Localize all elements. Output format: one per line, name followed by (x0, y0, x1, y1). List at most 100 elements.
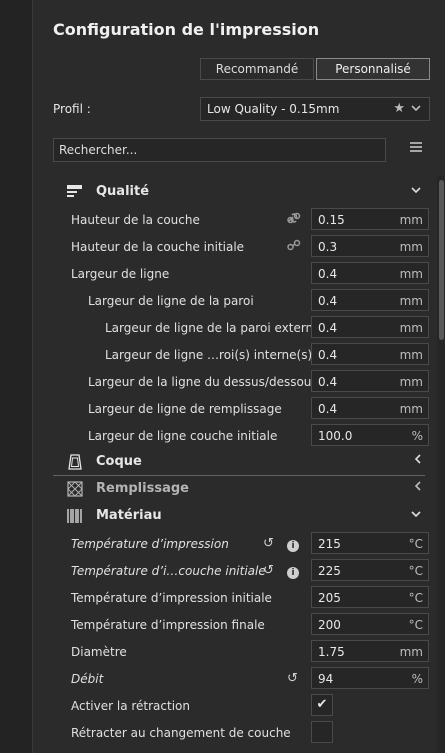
field-unit: mm (399, 402, 423, 416)
setting-label: Température d’impression finale (71, 618, 265, 632)
field-unit: mm (399, 348, 423, 362)
field-unit: % (411, 672, 423, 686)
setting-print-temperature: Température d’impression ↺ i 215 °C (53, 532, 431, 556)
chevron-down-icon (411, 507, 421, 521)
field-value: 225 (318, 564, 341, 578)
field-value: 100.0 (318, 429, 353, 443)
category-label: Matériau (96, 508, 162, 523)
setting-inner-wall-line-width: Largeur de ligne …roi(s) interne(s) 0.4 … (53, 343, 431, 367)
field-unit: mm (399, 213, 423, 227)
info-icon[interactable]: i (287, 537, 299, 552)
setting-flow: Débit ↺ 94 % (53, 667, 431, 691)
profile-select[interactable]: Low Quality - 0.15mm ★ (200, 97, 430, 121)
panel-title: Configuration de l'impression (53, 20, 320, 39)
setting-label: Diamètre (71, 645, 127, 659)
field-unit: mm (399, 267, 423, 281)
link-icon (287, 239, 301, 255)
field-unit: mm (399, 375, 423, 389)
field-value: 0.4 (318, 321, 338, 335)
setting-label: Largeur de ligne couche initiale (88, 429, 278, 443)
setting-diameter: Diamètre 1.75 mm (53, 640, 431, 664)
chevron-left-icon (414, 480, 421, 494)
link-icon (287, 212, 301, 228)
star-icon[interactable]: ★ (393, 101, 405, 116)
setting-label: Largeur de ligne de la paroi (88, 294, 254, 308)
reset-icon[interactable]: ↺ (263, 563, 274, 578)
chevron-down-icon (411, 101, 421, 116)
setting-initial-print-temperature: Température d’impression initiale 205 °C (53, 586, 431, 610)
setting-retract-layer-change: Rétracter au changement de couche (53, 721, 431, 745)
check-icon: ✔ (316, 697, 328, 712)
field-value: 94 (318, 672, 334, 686)
settings-visibility-menu-icon[interactable] (410, 141, 424, 157)
custom-mode-button[interactable]: Personnalisé (316, 58, 430, 80)
setting-label: Rétracter au changement de couche (71, 726, 291, 740)
field-unit: mm (399, 321, 423, 335)
top-bottom-line-width-input[interactable]: 0.4 mm (311, 370, 429, 392)
field-value: 0.4 (318, 267, 338, 281)
final-print-temperature-input[interactable]: 200 °C (311, 613, 429, 635)
layer-height-input[interactable]: 0.15 mm (311, 208, 429, 230)
setting-wall-line-width: Largeur de ligne de la paroi 0.4 mm (53, 289, 431, 313)
field-value: 215 (318, 537, 341, 551)
setting-infill-line-width: Largeur de ligne de remplissage 0.4 mm (53, 397, 431, 421)
print-temperature-input[interactable]: 215 °C (311, 532, 429, 554)
search-input[interactable]: Rechercher... (53, 138, 386, 162)
viewport-edge (0, 0, 32, 753)
field-unit: °C (408, 618, 423, 632)
infill-line-width-input[interactable]: 0.4 mm (311, 397, 429, 419)
reset-icon[interactable]: ↺ (287, 671, 298, 686)
recommended-mode-button[interactable]: Recommandé (200, 58, 314, 80)
field-value: 200 (318, 618, 341, 632)
print-settings-panel: Configuration de l'impression Recommandé… (32, 0, 445, 753)
setting-outer-wall-line-width: Largeur de ligne de la paroi externe 0.4… (53, 316, 431, 340)
wall-line-width-input[interactable]: 0.4 mm (311, 289, 429, 311)
setting-print-temperature-initial-layer: Température d’i…couche initiale ↺ i 225 … (53, 559, 431, 583)
setting-label: Largeur de ligne (71, 267, 170, 281)
flow-input[interactable]: 94 % (311, 667, 429, 689)
field-unit: mm (399, 240, 423, 254)
setting-initial-layer-height: Hauteur de la couche initiale 0.3 mm (53, 235, 431, 259)
setting-initial-layer-line-width: Largeur de ligne couche initiale 100.0 % (53, 424, 431, 448)
category-label: Qualité (96, 184, 150, 199)
initial-print-temperature-input[interactable]: 205 °C (311, 586, 429, 608)
field-unit: °C (408, 591, 423, 605)
setting-label: Température d’impression (71, 537, 229, 551)
setting-label: Largeur de ligne de remplissage (88, 402, 282, 416)
setting-enable-retraction: Activer la rétraction ✔ (53, 694, 431, 718)
category-qualite[interactable]: Qualité (53, 179, 425, 205)
outer-wall-line-width-input[interactable]: 0.4 mm (311, 316, 429, 338)
search-placeholder: Rechercher... (59, 143, 138, 157)
category-remplissage[interactable]: Remplissage (53, 476, 425, 502)
field-value: 0.15 (318, 213, 345, 227)
field-value: 0.4 (318, 348, 338, 362)
profile-label: Profil : (53, 102, 91, 116)
category-coque[interactable]: Coque (53, 449, 425, 476)
inner-wall-line-width-input[interactable]: 0.4 mm (311, 343, 429, 365)
line-width-input[interactable]: 0.4 mm (311, 262, 429, 284)
category-materiau[interactable]: Matériau (53, 503, 425, 529)
shell-icon (67, 454, 83, 470)
category-label: Remplissage (96, 481, 189, 496)
setting-label: Hauteur de la couche initiale (71, 240, 245, 254)
infill-icon (67, 481, 83, 497)
setting-line-width: Largeur de ligne 0.4 mm (53, 262, 431, 286)
field-unit: % (411, 429, 423, 443)
initial-layer-height-input[interactable]: 0.3 mm (311, 235, 429, 257)
profile-value: Low Quality - 0.15mm (207, 102, 340, 116)
setting-label: Débit (71, 672, 104, 686)
setting-label: Température d’i…couche initiale (71, 564, 266, 578)
initial-layer-temperature-input[interactable]: 225 °C (311, 559, 429, 581)
retract-layer-change-checkbox[interactable] (311, 721, 333, 743)
diameter-input[interactable]: 1.75 mm (311, 640, 429, 662)
chevron-down-icon (411, 183, 421, 197)
field-unit: °C (408, 537, 423, 551)
info-icon[interactable]: i (287, 564, 299, 579)
reset-icon[interactable]: ↺ (263, 536, 274, 551)
setting-label: Activer la rétraction (71, 699, 190, 713)
initial-layer-line-width-input[interactable]: 100.0 % (311, 424, 429, 446)
scrollbar-thumb[interactable] (439, 180, 444, 340)
field-value: 0.4 (318, 294, 338, 308)
enable-retraction-checkbox[interactable]: ✔ (311, 694, 333, 716)
category-label: Coque (96, 454, 142, 469)
